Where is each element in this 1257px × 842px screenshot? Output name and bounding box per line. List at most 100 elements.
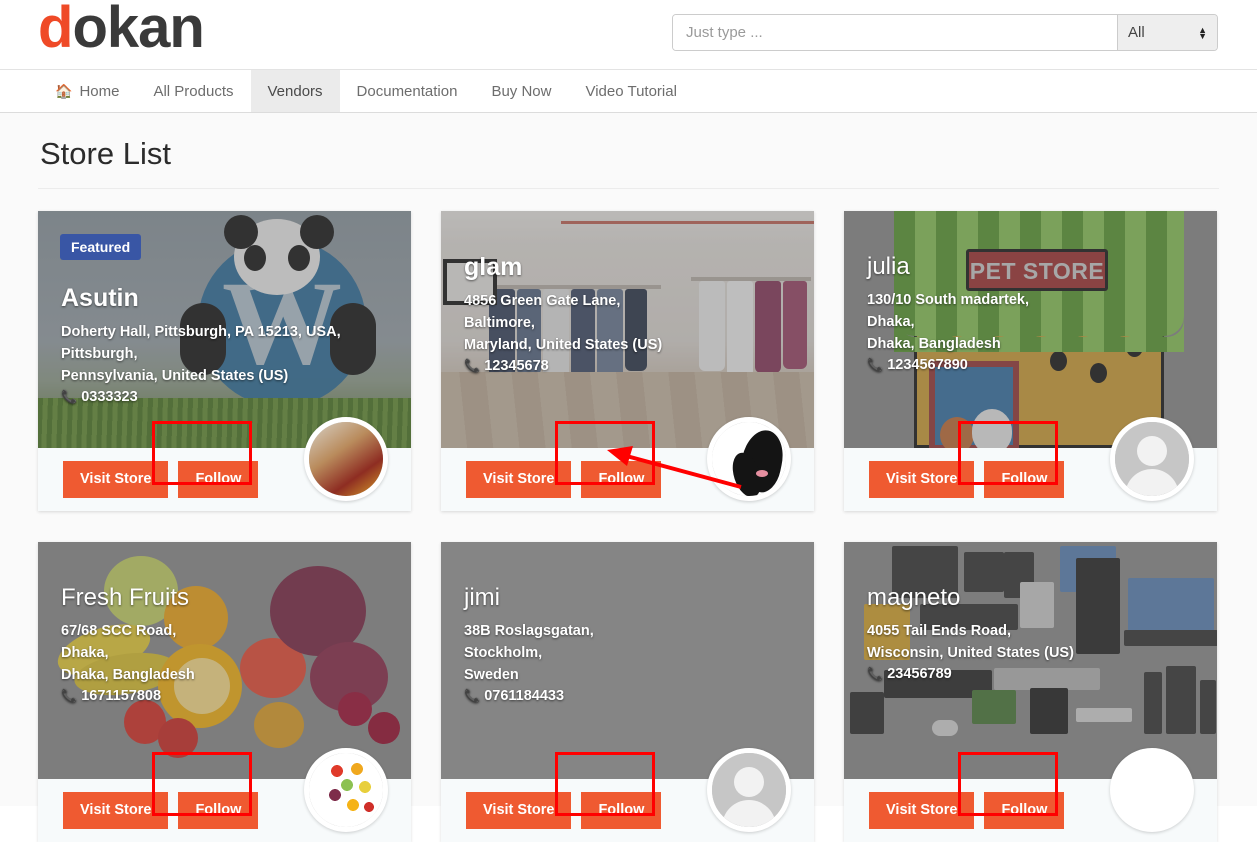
store-phone-number: 1234567890: [887, 356, 968, 373]
store-card-footer: Visit Store Follow: [38, 417, 411, 511]
default-avatar-icon: [1115, 422, 1189, 496]
nav-item-video-tutorial[interactable]: Video Tutorial: [568, 70, 693, 112]
store-address-line: Sweden: [464, 666, 519, 683]
store-address-line: 4856 Green Gate Lane,: [464, 292, 621, 309]
store-phone: 📞 23456789: [867, 666, 1203, 682]
phone-icon: 📞: [464, 687, 481, 703]
visit-store-button[interactable]: Visit Store: [869, 461, 975, 498]
visit-store-button[interactable]: Visit Store: [466, 792, 572, 829]
store-name: Asutin: [61, 284, 139, 312]
follow-button[interactable]: Follow: [178, 792, 259, 829]
site-logo[interactable]: dokan: [38, 0, 205, 60]
store-card[interactable]: Featured Asutin Doherty Hall, Pittsburgh…: [38, 211, 411, 511]
store-address-line: 4055 Tail Ends Road,: [867, 622, 1011, 639]
logo-rest: okan: [72, 0, 204, 60]
page-title: Store List: [38, 113, 1219, 189]
nav-item-buy-now[interactable]: Buy Now: [474, 70, 568, 112]
page-body: Store List Featured Asutin Doherty Hall,…: [0, 113, 1257, 842]
store-phone-number: 12345678: [484, 357, 549, 374]
store-address-line: Dhaka, Bangladesh: [61, 666, 195, 683]
visit-store-button[interactable]: Visit Store: [63, 461, 169, 498]
store-phone-number: 1671157808: [81, 687, 162, 704]
store-card[interactable]: jimi 38B Roslagsgatan, Stockholm, Sweden…: [441, 542, 814, 842]
store-banner: glam 4856 Green Gate Lane, Baltimore, Ma…: [441, 211, 814, 448]
store-info: glam 4856 Green Gate Lane, Baltimore, Ma…: [464, 253, 800, 374]
phone-icon: 📞: [867, 356, 884, 372]
home-icon: 🏠: [55, 82, 73, 99]
store-banner: jimi 38B Roslagsgatan, Stockholm, Sweden…: [441, 542, 814, 779]
logo-accent-letter: d: [38, 0, 73, 60]
store-address-line: 38B Roslagsgatan,: [464, 622, 594, 639]
store-card-footer: Visit Store Follow: [441, 748, 814, 842]
store-avatar: [304, 748, 388, 832]
visit-store-button[interactable]: Visit Store: [869, 792, 975, 829]
store-phone-number: 0333323: [81, 388, 138, 405]
store-info: jimi 38B Roslagsgatan, Stockholm, Sweden…: [464, 584, 800, 704]
nav-item-vendors[interactable]: Vendors: [250, 70, 340, 112]
store-avatar: [1110, 417, 1194, 501]
store-avatar: [1110, 748, 1194, 832]
follow-button[interactable]: Follow: [984, 792, 1065, 829]
store-info: Fresh Fruits 67/68 SCC Road, Dhaka, Dhak…: [61, 584, 397, 704]
store-phone: 📞 0333323: [61, 389, 397, 405]
store-address-line: 67/68 SCC Road,: [61, 622, 177, 639]
store-card[interactable]: magneto 4055 Tail Ends Road, Wisconsin, …: [844, 542, 1217, 842]
store-grid: Featured Asutin Doherty Hall, Pittsburgh…: [38, 189, 1219, 842]
search-input[interactable]: [673, 15, 1117, 50]
store-avatar: [304, 417, 388, 501]
search-bar: All ▲▼: [672, 14, 1218, 51]
phone-icon: 📞: [867, 665, 884, 681]
store-address-line: Dhaka, Bangladesh: [867, 335, 1001, 352]
store-card-footer: Visit Store Follow: [38, 748, 411, 842]
nav-item-home[interactable]: 🏠 Home: [38, 70, 136, 112]
store-address-line: Baltimore,: [464, 314, 535, 331]
store-phone-number: 0761184433: [484, 687, 565, 704]
store-address-line: Wisconsin, United States (US): [867, 644, 1074, 661]
store-phone: 📞 1234567890: [867, 357, 1203, 373]
store-address-line: Pennsylvania, United States (US): [61, 367, 289, 384]
store-card[interactable]: glam 4856 Green Gate Lane, Baltimore, Ma…: [441, 211, 814, 511]
store-phone: 📞 0761184433: [464, 688, 800, 704]
store-address-line: Pittsburgh,: [61, 345, 138, 362]
store-address-line: Dhaka,: [61, 644, 109, 661]
store-card-footer: Visit Store Follow: [441, 417, 814, 511]
store-card[interactable]: Fresh Fruits 67/68 SCC Road, Dhaka, Dhak…: [38, 542, 411, 842]
nav-item-documentation[interactable]: Documentation: [340, 70, 475, 112]
store-phone: 📞 1671157808: [61, 688, 397, 704]
follow-button[interactable]: Follow: [984, 461, 1065, 498]
store-address-line: 130/10 South madartek,: [867, 291, 1029, 308]
store-name: jimi: [464, 584, 500, 611]
store-name: magneto: [867, 584, 961, 611]
phone-icon: 📞: [61, 388, 78, 404]
store-card-footer: Visit Store Follow: [844, 417, 1217, 511]
default-avatar-icon: [712, 753, 786, 827]
store-banner: PET STORE julia 130/10 South madartek, D…: [844, 211, 1217, 448]
store-banner: magneto 4055 Tail Ends Road, Wisconsin, …: [844, 542, 1217, 779]
store-name: julia: [867, 253, 910, 280]
phone-icon: 📞: [61, 687, 78, 703]
store-address-line: Maryland, United States (US): [464, 336, 663, 353]
store-info: magneto 4055 Tail Ends Road, Wisconsin, …: [867, 584, 1203, 682]
store-banner: Fresh Fruits 67/68 SCC Road, Dhaka, Dhak…: [38, 542, 411, 779]
store-name: glam: [464, 253, 523, 281]
follow-button[interactable]: Follow: [581, 792, 662, 829]
annotation-arrow: [607, 446, 742, 489]
visit-store-button[interactable]: Visit Store: [63, 792, 169, 829]
nav-item-all-products[interactable]: All Products: [136, 70, 250, 112]
store-address-line: Doherty Hall, Pittsburgh, PA 15213, USA,: [61, 323, 341, 340]
store-phone-number: 23456789: [887, 665, 952, 682]
phone-icon: 📞: [464, 357, 481, 373]
store-phone: 📞 12345678: [464, 358, 800, 374]
follow-button[interactable]: Follow: [178, 461, 259, 498]
search-category-select[interactable]: All ▲ ▼: [1117, 15, 1217, 50]
store-name: Fresh Fruits: [61, 584, 190, 611]
store-info: Asutin Doherty Hall, Pittsburgh, PA 1521…: [61, 284, 397, 405]
store-address-line: Dhaka,: [867, 313, 915, 330]
featured-badge: Featured: [60, 234, 142, 260]
store-card-footer: Visit Store Follow: [844, 748, 1217, 842]
store-card[interactable]: PET STORE julia 130/10 South madartek, D…: [844, 211, 1217, 511]
store-address-line: Stockholm,: [464, 644, 543, 661]
main-navigation: 🏠 Home All Products Vendors Documentatio…: [0, 69, 1257, 113]
store-avatar: [707, 748, 791, 832]
visit-store-button[interactable]: Visit Store: [466, 461, 572, 498]
